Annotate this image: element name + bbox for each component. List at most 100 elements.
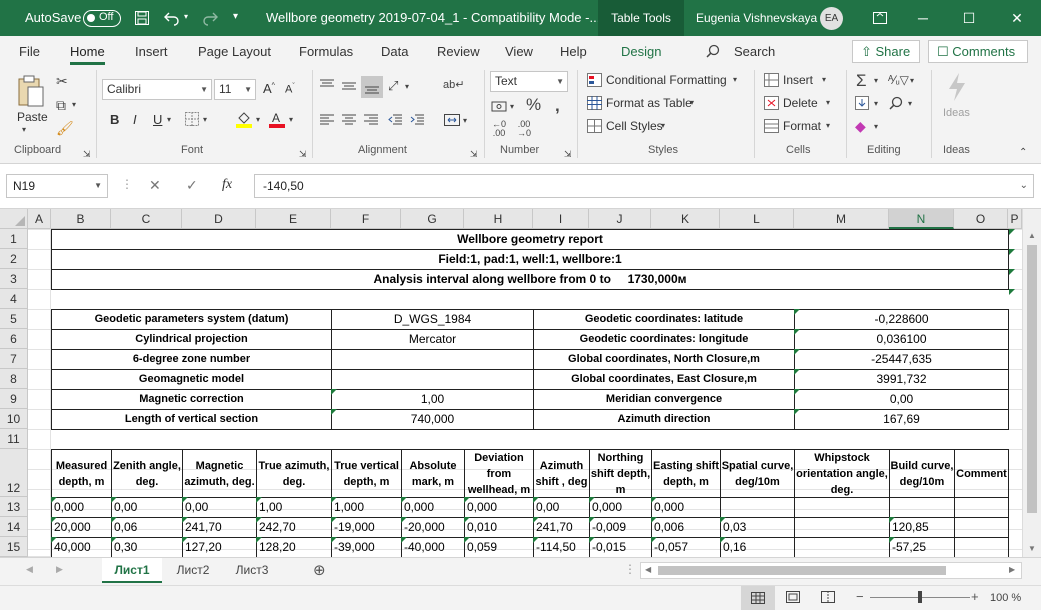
sheet-tab[interactable]: Лист1 [102, 558, 162, 583]
cell-styles-icon[interactable] [587, 119, 602, 135]
row-header[interactable]: 15 [0, 537, 28, 557]
table-cell[interactable] [954, 497, 1009, 518]
param-value[interactable]: 740,000 [331, 409, 534, 430]
tab-data[interactable]: Data [381, 44, 408, 59]
clipboard-launcher-icon[interactable]: ⇲ [83, 150, 91, 159]
font-color-icon[interactable]: A [269, 110, 285, 130]
bottom-align-icon[interactable] [361, 76, 383, 98]
table-cell[interactable]: 0,000 [589, 497, 652, 518]
merge-center-icon[interactable] [444, 114, 460, 128]
column-header-n[interactable]: N [889, 209, 954, 229]
tab-formulas[interactable]: Formulas [299, 44, 353, 59]
vertical-scrollbar[interactable]: ▲ ▼ [1022, 209, 1041, 557]
table-cell[interactable] [794, 537, 890, 557]
avatar[interactable]: EA [820, 7, 843, 30]
column-heading[interactable]: Build curve, deg/10m [889, 449, 955, 498]
decrease-indent-icon[interactable] [388, 114, 402, 128]
align-right-icon[interactable] [364, 114, 378, 128]
top-align-icon[interactable] [320, 79, 334, 93]
column-header-p[interactable]: P [1008, 209, 1022, 229]
fill-icon[interactable] [855, 96, 869, 112]
insert-cells-icon[interactable] [764, 73, 779, 89]
row-header[interactable]: 6 [0, 329, 28, 349]
shrink-font-icon[interactable]: Aˇ [285, 83, 295, 96]
insert-function-icon[interactable]: fx [222, 177, 232, 193]
find-select-dropdown-icon[interactable]: ▾ [908, 100, 912, 108]
param-label[interactable]: Magnetic correction [51, 389, 332, 410]
table-cell[interactable]: 40,000 [51, 537, 112, 557]
close-icon[interactable]: ✕ [994, 0, 1040, 36]
middle-align-icon[interactable] [342, 80, 356, 94]
tab-home[interactable]: Home [70, 44, 105, 65]
sort-filter-dropdown-icon[interactable]: ▾ [910, 77, 914, 85]
param-value-2[interactable]: -25447,635 [794, 349, 1009, 370]
save-icon[interactable] [134, 10, 150, 28]
table-cell[interactable]: 1,00 [256, 497, 332, 518]
table-cell[interactable]: -57,25 [889, 537, 955, 557]
tab-help[interactable]: Help [560, 44, 587, 59]
column-a-cells[interactable] [28, 229, 51, 557]
report-interval[interactable]: Analysis interval along wellbore from 0 … [51, 269, 1009, 290]
font-size-select[interactable]: 11 ▼ [214, 79, 256, 100]
param-value[interactable]: 1,00 [331, 389, 534, 410]
enter-icon[interactable]: ✓ [186, 178, 198, 192]
delete-cells-icon[interactable] [764, 96, 779, 112]
table-cell[interactable]: 20,000 [51, 517, 112, 538]
table-cell[interactable]: 120,85 [889, 517, 955, 538]
align-left-icon[interactable] [320, 114, 334, 128]
tab-review[interactable]: Review [437, 44, 480, 59]
column-header-k[interactable]: K [651, 209, 720, 229]
autosave-toggle[interactable]: Off [83, 10, 121, 27]
row-header[interactable]: 8 [0, 369, 28, 389]
column-header-i[interactable]: I [533, 209, 589, 229]
next-sheet-icon[interactable]: ▶ [56, 564, 63, 575]
table-cell[interactable]: -114,50 [533, 537, 590, 557]
column-header-j[interactable]: J [589, 209, 651, 229]
tab-design[interactable]: Design [621, 44, 661, 59]
fill-color-icon[interactable] [236, 110, 252, 130]
format-cells-icon[interactable] [764, 119, 779, 135]
format-as-table-label[interactable]: Format as Table [606, 96, 692, 110]
number-launcher-icon[interactable]: ⇲ [564, 150, 572, 159]
row-header[interactable]: 9 [0, 389, 28, 409]
percent-icon[interactable]: % [526, 96, 541, 113]
column-header-h[interactable]: H [464, 209, 533, 229]
column-heading[interactable]: Comment [954, 449, 1009, 498]
table-cell[interactable]: 0,00 [182, 497, 257, 518]
merge-dropdown-icon[interactable]: ▾ [463, 117, 467, 125]
share-button[interactable]: ⇧ Share [852, 40, 920, 63]
column-header-d[interactable]: D [182, 209, 256, 229]
row-header[interactable]: 3 [0, 269, 28, 289]
conditional-formatting-icon[interactable] [587, 73, 602, 89]
param-value[interactable]: D_WGS_1984 [331, 309, 534, 330]
table-cell[interactable]: 128,20 [256, 537, 332, 557]
column-heading[interactable]: Magnetic azimuth, deg. [182, 449, 257, 498]
param-value[interactable] [331, 369, 534, 390]
borders-icon[interactable] [185, 112, 199, 128]
select-all-corner[interactable] [0, 209, 28, 229]
column-header-o[interactable]: O [954, 209, 1008, 229]
accounting-format-icon[interactable] [491, 99, 507, 117]
table-cell[interactable]: 0,06 [111, 517, 183, 538]
redo-icon[interactable] [201, 10, 219, 28]
column-header-g[interactable]: G [401, 209, 464, 229]
param-label-2[interactable]: Geodetic coordinates: longitude [533, 329, 795, 350]
increase-indent-icon[interactable] [410, 114, 424, 128]
paste-label[interactable]: Paste [17, 110, 48, 124]
wrap-text-icon[interactable]: ab↵ [443, 80, 464, 91]
column-header-e[interactable]: E [256, 209, 331, 229]
font-color-dropdown-icon[interactable]: ▾ [289, 116, 293, 124]
scroll-left-icon[interactable]: ◀ [645, 565, 651, 574]
table-cell[interactable]: 0,010 [464, 517, 534, 538]
report-title[interactable]: Wellbore geometry report [51, 229, 1009, 250]
table-cell[interactable]: -0,009 [589, 517, 652, 538]
param-value-2[interactable]: 0,036100 [794, 329, 1009, 350]
table-cell[interactable]: 0,000 [401, 497, 465, 518]
decrease-decimal-icon[interactable]: .00 →0 [517, 120, 531, 138]
ideas-icon[interactable] [945, 71, 969, 105]
param-value-2[interactable]: -0,228600 [794, 309, 1009, 330]
undo-dropdown-icon[interactable]: ▾ [184, 13, 188, 21]
row-header[interactable]: 7 [0, 349, 28, 369]
table-cell[interactable] [794, 497, 890, 518]
borders-dropdown-icon[interactable]: ▾ [203, 116, 207, 124]
